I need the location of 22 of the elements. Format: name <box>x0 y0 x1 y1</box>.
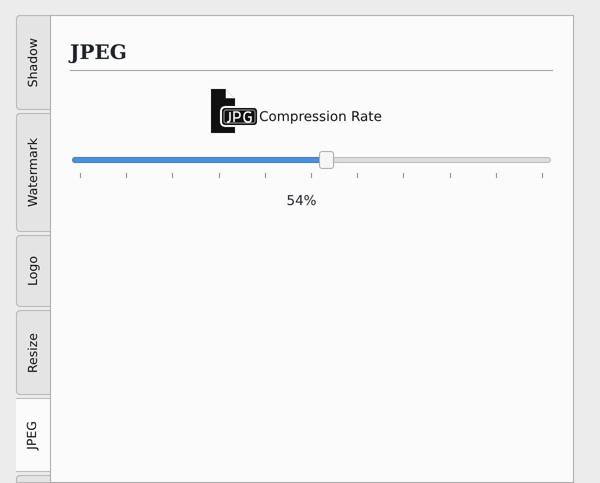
tick-mark <box>496 173 497 178</box>
tick-mark <box>542 173 543 178</box>
compression-slider[interactable] <box>72 150 551 170</box>
tab[interactable]: Shadow <box>16 15 50 110</box>
tick-mark <box>172 173 174 178</box>
tick-mark <box>218 173 220 178</box>
section-title: JPEG <box>70 36 553 71</box>
jpg-file-icon <box>209 87 260 135</box>
tick-mark <box>357 173 358 178</box>
tab[interactable]: Resize <box>16 310 50 396</box>
slider-thumb[interactable] <box>318 151 334 169</box>
tick-mark <box>126 173 128 178</box>
tab[interactable] <box>16 475 50 483</box>
slider-label: Compression Rate <box>259 108 382 127</box>
tab[interactable]: JPEG <box>16 398 50 472</box>
tab[interactable]: Logo <box>16 235 50 307</box>
tick-mark <box>264 173 266 178</box>
tick-mark <box>403 173 404 178</box>
tick-mark <box>310 173 312 178</box>
tab[interactable]: Watermark <box>16 112 50 232</box>
tick-mark <box>80 173 81 178</box>
slider-value: 54% <box>286 193 316 209</box>
